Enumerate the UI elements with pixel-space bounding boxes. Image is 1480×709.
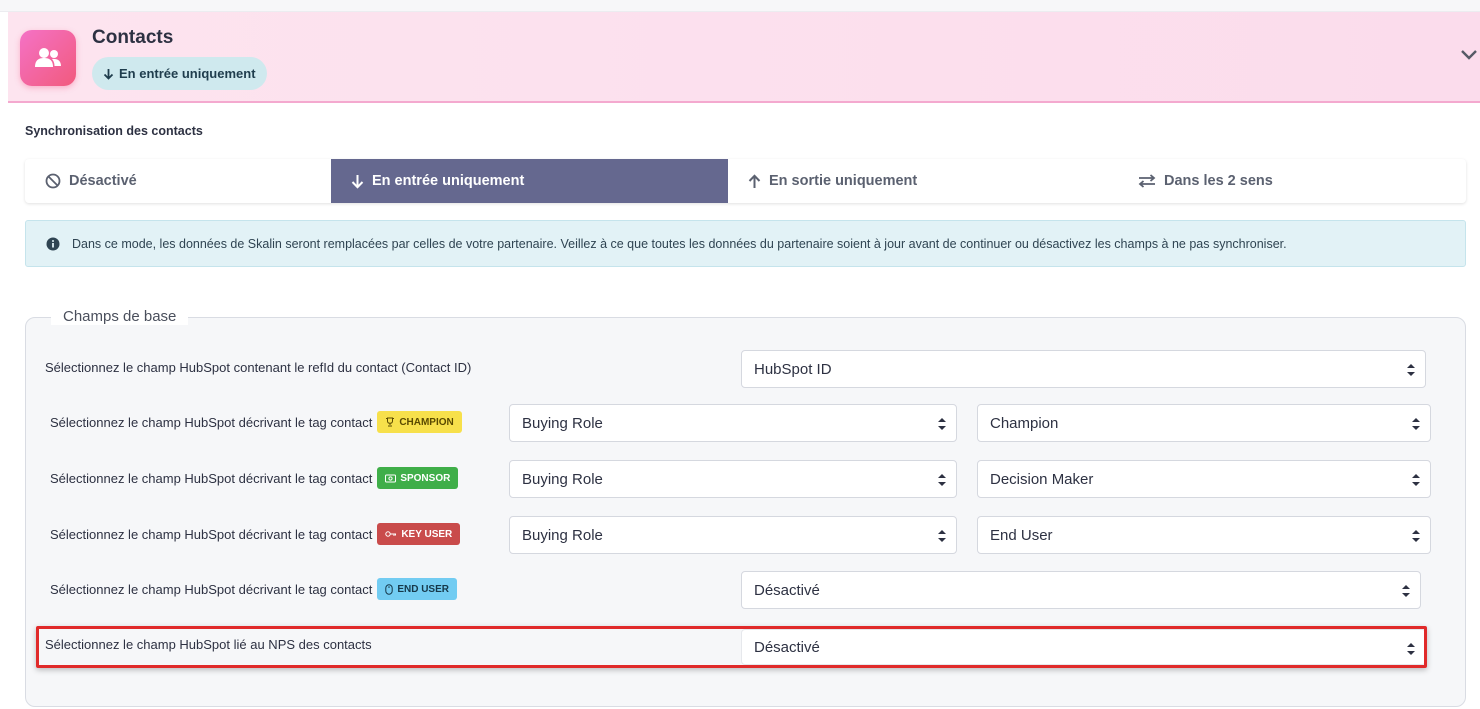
key-user-field-label: Sélectionnez le champ HubSpot décrivant … xyxy=(50,523,461,545)
ban-icon xyxy=(45,173,61,189)
contact-id-field-label: Sélectionnez le champ HubSpot contenant … xyxy=(45,360,471,375)
sponsor-tag-label: SPONSOR xyxy=(400,472,451,484)
champion-tag: CHAMPION xyxy=(377,411,462,433)
arrow-up-icon xyxy=(748,173,761,188)
key-user-property-select[interactable]: Buying Role xyxy=(509,516,957,554)
select-arrows-icon xyxy=(938,474,946,486)
select-arrows-icon xyxy=(1412,474,1420,486)
row-label-text: Sélectionnez le champ HubSpot décrivant … xyxy=(50,526,373,542)
tab-bidirectional[interactable]: Dans les 2 sens xyxy=(1118,159,1466,203)
contact-id-select-value: HubSpot ID xyxy=(754,360,832,378)
end-user-field-label: Sélectionnez le champ HubSpot décrivant … xyxy=(50,578,457,600)
key-user-value-select[interactable]: End User xyxy=(977,516,1431,554)
champion-property-value: Buying Role xyxy=(522,414,603,432)
select-arrows-icon xyxy=(1412,530,1420,542)
select-arrows-icon xyxy=(938,418,946,430)
info-alert-text: Dans ce mode, les données de Skalin sero… xyxy=(72,236,1287,251)
page-title: Contacts xyxy=(92,27,174,48)
select-arrows-icon xyxy=(1407,364,1415,376)
select-arrows-icon xyxy=(1407,643,1415,655)
tab-outbound-only[interactable]: En sortie uniquement xyxy=(728,159,1118,203)
end-user-tag: END USER xyxy=(377,578,457,600)
key-user-tag-label: KEY USER xyxy=(401,528,453,540)
info-circle-icon xyxy=(46,237,60,250)
sponsor-property-value: Buying Role xyxy=(522,470,603,488)
sponsor-tag: SPONSOR xyxy=(377,467,459,489)
row-label-text: Sélectionnez le champ HubSpot décrivant … xyxy=(50,581,373,597)
select-arrows-icon xyxy=(1412,418,1420,430)
champion-value-select[interactable]: Champion xyxy=(977,404,1431,442)
nps-field-label: Sélectionnez le champ HubSpot lié au NPS… xyxy=(45,637,372,652)
row-label-text: Sélectionnez le champ HubSpot lié au NPS… xyxy=(45,637,372,652)
nps-property-select[interactable]: Désactivé xyxy=(741,629,1426,665)
money-icon xyxy=(385,474,397,482)
arrow-down-icon xyxy=(351,174,364,189)
champion-field-label: Sélectionnez le champ HubSpot décrivant … xyxy=(50,411,462,433)
tab-outbound-label: En sortie uniquement xyxy=(769,173,918,189)
key-user-value-value: End User xyxy=(990,526,1053,544)
end-user-tag-label: END USER xyxy=(397,583,449,595)
tab-bidirectional-label: Dans les 2 sens xyxy=(1164,173,1273,189)
users-icon xyxy=(20,30,76,86)
sync-section-title: Synchronisation des contacts xyxy=(25,124,203,138)
mouse-icon xyxy=(385,583,394,595)
mode-badge: En entrée uniquement xyxy=(92,57,267,90)
select-arrows-icon xyxy=(1402,585,1410,597)
end-user-property-select[interactable]: Désactivé xyxy=(741,571,1421,609)
champion-value-value: Champion xyxy=(990,414,1059,432)
tab-disabled[interactable]: Désactivé xyxy=(25,159,331,203)
tab-inbound-label: En entrée uniquement xyxy=(372,173,525,189)
sponsor-field-label: Sélectionnez le champ HubSpot décrivant … xyxy=(50,467,459,489)
sync-mode-tabs: Désactivé En entrée uniquement En sortie… xyxy=(25,159,1466,203)
key-icon xyxy=(385,531,397,537)
chevron-down-icon[interactable] xyxy=(1460,48,1478,62)
key-user-property-value: Buying Role xyxy=(522,526,603,544)
champion-tag-label: CHAMPION xyxy=(399,416,454,428)
top-bar xyxy=(0,0,1480,12)
tab-inbound-only[interactable]: En entrée uniquement xyxy=(331,159,728,203)
sponsor-value-select[interactable]: Decision Maker xyxy=(977,460,1431,498)
info-alert: Dans ce mode, les données de Skalin sero… xyxy=(25,220,1466,267)
contact-id-select[interactable]: HubSpot ID xyxy=(741,350,1426,388)
arrows-exchange-icon xyxy=(1138,174,1156,188)
row-label-text: Sélectionnez le champ HubSpot contenant … xyxy=(45,360,472,375)
select-arrows-icon xyxy=(938,530,946,542)
base-fields-legend: Champs de base xyxy=(51,308,189,325)
trophy-icon xyxy=(386,417,395,427)
key-user-tag: KEY USER xyxy=(377,523,461,545)
sponsor-value-value: Decision Maker xyxy=(990,470,1094,488)
sponsor-property-select[interactable]: Buying Role xyxy=(509,460,957,498)
mode-badge-label: En entrée uniquement xyxy=(119,66,256,81)
contacts-header[interactable]: Contacts En entrée uniquement xyxy=(8,12,1480,103)
tab-disabled-label: Désactivé xyxy=(69,173,137,189)
end-user-property-value: Désactivé xyxy=(754,581,820,599)
row-label-text: Sélectionnez le champ HubSpot décrivant … xyxy=(50,414,373,430)
champion-property-select[interactable]: Buying Role xyxy=(509,404,957,442)
nps-property-value: Désactivé xyxy=(754,638,820,656)
arrow-down-icon xyxy=(103,68,114,80)
row-label-text: Sélectionnez le champ HubSpot décrivant … xyxy=(50,470,373,486)
